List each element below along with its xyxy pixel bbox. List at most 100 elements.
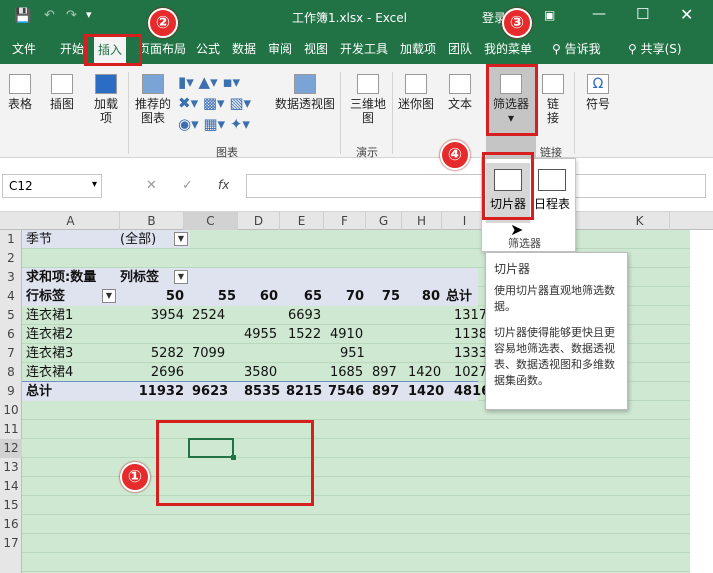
timeline-button[interactable]: 日程表 — [532, 169, 572, 223]
save-icon[interactable]: 💾 — [14, 8, 31, 24]
separator — [128, 72, 129, 154]
row-header[interactable]: 13 — [0, 458, 22, 477]
column-header[interactable]: G — [366, 212, 402, 230]
row-header[interactable]: 3 — [0, 268, 22, 287]
pivot-cell: 1333 — [454, 346, 488, 361]
separator — [340, 72, 341, 154]
sparkline-icon — [405, 74, 427, 94]
pivot-cell: 1027 — [454, 365, 488, 380]
timeline-icon — [538, 169, 566, 191]
tab-developer[interactable]: 开发工具 — [340, 40, 388, 57]
row-header[interactable]: 5 — [0, 306, 22, 325]
pivot-cell: 4955 — [244, 327, 278, 342]
row-header[interactable]: 10 — [0, 401, 22, 420]
tab-review[interactable]: 审阅 — [268, 40, 292, 57]
row-header[interactable]: 12 — [0, 439, 22, 458]
column-header[interactable]: D — [238, 212, 280, 230]
callout-2: ② — [148, 8, 178, 38]
pivot-total-cell: 8535 — [244, 384, 281, 399]
row-header[interactable]: 11 — [0, 420, 22, 439]
recommended-charts-icon — [142, 74, 164, 94]
row-header[interactable]: 1 — [0, 230, 22, 249]
close-icon[interactable]: ✕ — [680, 5, 693, 24]
person-icon: ⚲ — [628, 42, 637, 56]
table-button[interactable]: 表格 — [4, 74, 36, 111]
column-header[interactable]: K — [610, 212, 670, 230]
text-button[interactable]: 文本 — [444, 74, 476, 111]
tab-my-menu[interactable]: 我的菜单 — [484, 40, 532, 57]
highlight-box-filters — [486, 64, 538, 136]
tab-team[interactable]: 团队 — [448, 40, 472, 57]
pivot-cell: 951 — [340, 346, 365, 361]
tooltip-paragraph: 切片器使得能够更快且更容易地筛选表、数据透视表、数据透视图和多维数据集函数。 — [494, 326, 615, 387]
customize-qat-icon[interactable]: ▾ — [86, 8, 92, 21]
column-header[interactable]: H — [402, 212, 442, 230]
sparklines-button[interactable]: 迷你图 — [396, 74, 436, 111]
maximize-icon[interactable]: ☐ — [636, 5, 649, 23]
pivot-col-header: 80 — [421, 289, 440, 304]
pivot-filter-value[interactable]: (全部) — [120, 230, 156, 249]
row-header[interactable]: 14 — [0, 477, 22, 496]
column-header[interactable]: F — [324, 212, 366, 230]
window-title: 工作簿1.xlsx - Excel — [292, 11, 407, 25]
column-filter-dropdown-icon[interactable]: ▼ — [174, 270, 188, 284]
row-header[interactable]: 2 — [0, 249, 22, 268]
row-header[interactable]: 16 — [0, 515, 22, 534]
share-button[interactable]: ⚲ 共享(S) — [628, 40, 682, 57]
tab-formulas[interactable]: 公式 — [196, 40, 220, 57]
chevron-down-icon[interactable]: ▾ — [92, 179, 97, 190]
illustrations-button[interactable]: 插图 — [46, 74, 78, 111]
row-header[interactable]: 8 — [0, 363, 22, 382]
redo-icon[interactable]: ↷ — [66, 8, 77, 23]
separator — [574, 72, 575, 154]
symbols-button[interactable]: Ω 符号 — [582, 74, 614, 111]
chart-types-gallery[interactable]: ▮▾ ▲▾ ▪▾ ✖▾ ▩▾ ▧▾ ◉▾ ▦▾ ✦▾ — [178, 72, 270, 136]
row-filter-dropdown-icon[interactable]: ▼ — [102, 289, 116, 303]
link-button[interactable]: 链接 — [538, 74, 568, 125]
tooltip-paragraph: 使用切片器直观地筛选数据。 — [494, 284, 615, 313]
undo-icon[interactable]: ↶ — [44, 8, 55, 23]
tab-home[interactable]: 开始 — [60, 40, 84, 57]
tell-me-search[interactable]: ⚲ 告诉我 — [552, 40, 601, 57]
tab-file[interactable]: 文件 — [12, 40, 36, 57]
ribbon-display-icon[interactable]: ▣ — [544, 8, 555, 22]
enter-icon[interactable]: ✓ — [182, 178, 193, 193]
tooltip-title: 切片器 — [494, 262, 531, 276]
tab-data[interactable]: 数据 — [232, 40, 256, 57]
name-box[interactable]: C12 ▾ — [2, 174, 102, 198]
tab-page-layout[interactable]: 页面布局 — [138, 40, 186, 57]
pivot-cell: 2696 — [150, 365, 184, 380]
row-header[interactable]: 4 — [0, 287, 22, 306]
row-header[interactable]: 7 — [0, 344, 22, 363]
highlight-box-insert-tab — [84, 34, 142, 66]
pivot-cell: 2524 — [192, 308, 226, 323]
filter-dropdown-icon[interactable]: ▼ — [174, 232, 188, 246]
column-header[interactable]: B — [120, 212, 184, 230]
3d-map-button[interactable]: 三维地图 — [348, 74, 388, 125]
formula-input[interactable] — [246, 174, 706, 198]
insert-function-icon[interactable]: fx — [218, 178, 229, 192]
addins-button[interactable]: 加载项 — [90, 74, 122, 125]
tab-view[interactable]: 视图 — [304, 40, 328, 57]
tab-addins[interactable]: 加载项 — [400, 40, 436, 57]
title-bar: 💾 ↶ ↷ ▾ 工作簿1.xlsx - Excel 登录 ▣ — ☐ ✕ — [0, 0, 713, 34]
callout-1: ① — [120, 462, 150, 492]
row-header[interactable]: 17 — [0, 534, 22, 553]
minimize-icon[interactable]: — — [592, 6, 606, 22]
pivot-sum-label: 求和项:数量 — [26, 270, 97, 285]
column-header[interactable]: C — [184, 212, 238, 230]
recommended-charts-button[interactable]: 推荐的 图表 — [134, 74, 172, 125]
pivot-row-name: 连衣裙2 — [26, 327, 74, 342]
pivot-chart-button[interactable]: 数据透视图 — [274, 74, 336, 111]
pivot-column-label: 列标签 — [120, 270, 160, 285]
row-header[interactable]: 6 — [0, 325, 22, 344]
row-header[interactable]: 15 — [0, 496, 22, 515]
cancel-icon[interactable]: ✕ — [146, 178, 157, 193]
pivot-cell: 1317 — [454, 308, 488, 323]
highlight-box-selection — [156, 420, 314, 506]
column-header[interactable]: E — [280, 212, 324, 230]
highlight-box-slicer — [482, 152, 534, 220]
column-header[interactable]: A — [22, 212, 120, 230]
callout-3: ③ — [502, 8, 532, 38]
row-header[interactable]: 9 — [0, 382, 22, 401]
